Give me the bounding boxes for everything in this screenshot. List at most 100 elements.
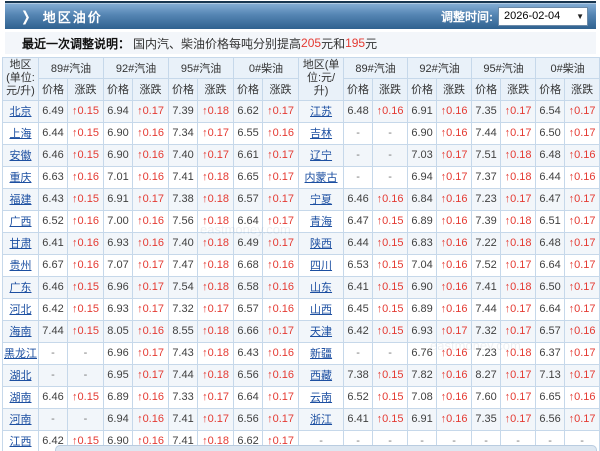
change-cell: ↑0.15: [66, 385, 105, 409]
region-link[interactable]: 江西: [10, 436, 32, 448]
price-cell: 7.32: [168, 297, 199, 321]
change-cell: ↑0.15: [66, 187, 105, 211]
region-link[interactable]: 吉林: [310, 128, 332, 140]
region-link[interactable]: 甘肃: [10, 238, 32, 250]
change-cell: ↑0.18: [500, 231, 537, 255]
price-cell: 6.47: [535, 187, 566, 211]
change-cell: ↑0.17: [500, 407, 537, 431]
price-cell: 6.94: [103, 99, 134, 123]
change-cell: ↑0.17: [262, 209, 300, 233]
region-link[interactable]: 山东: [310, 282, 332, 294]
change-cell: ↑0.17: [262, 187, 300, 211]
change-cell: ↑0.15: [66, 319, 105, 343]
region-link[interactable]: 浙江: [310, 414, 332, 426]
price-cell: 7.37: [471, 165, 502, 189]
price-subheader: 价格: [103, 78, 134, 101]
region-link[interactable]: 西藏: [310, 370, 332, 382]
price-cell: 7.47: [168, 253, 199, 277]
change-cell: ↑0.16: [132, 385, 170, 409]
change-subheader: 涨跌: [66, 78, 105, 101]
region-cell: 新疆: [298, 341, 345, 365]
change-cell: ↑0.17: [500, 385, 537, 409]
region-link[interactable]: 湖北: [10, 370, 32, 382]
change-cell: ↑0.17: [262, 231, 300, 255]
price-cell: -: [38, 363, 68, 387]
region-cell: 西藏: [298, 363, 345, 387]
region-cell: 广西: [2, 209, 39, 233]
price-cell: 6.56: [233, 407, 264, 431]
change-cell: ↑0.16: [132, 143, 170, 167]
region-link[interactable]: 陕西: [310, 238, 332, 250]
change-cell: ↑0.17: [132, 99, 170, 123]
change-cell: ↑0.17: [500, 99, 537, 123]
change-cell: ↑0.17: [197, 407, 235, 431]
region-link[interactable]: 黑龙江: [4, 348, 37, 360]
region-link[interactable]: 新疆: [310, 348, 332, 360]
region-link[interactable]: 广东: [10, 282, 32, 294]
price-cell: 6.47: [343, 209, 374, 233]
price-cell: 6.41: [38, 231, 68, 255]
change-cell: ↑0.15: [372, 319, 409, 343]
price-cell: -: [343, 143, 374, 167]
adjust-time-control: 调整时间: 2026-02-04 ▼: [441, 6, 588, 26]
change-cell: ↑0.16: [132, 407, 170, 431]
region-link[interactable]: 湖南: [10, 392, 32, 404]
region-link[interactable]: 四川: [310, 260, 332, 272]
region-cell: 浙江: [298, 407, 345, 431]
change-subheader: 涨跌: [436, 78, 473, 101]
region-link[interactable]: 上海: [10, 128, 32, 140]
change-cell: ↑0.16: [436, 99, 473, 123]
date-select[interactable]: 2026-02-04 ▼: [498, 6, 588, 26]
region-link[interactable]: 重庆: [10, 172, 32, 184]
price-cell: 6.89: [407, 297, 438, 321]
price-cell: -: [343, 121, 374, 145]
region-link[interactable]: 海南: [10, 326, 32, 338]
region-link[interactable]: 北京: [10, 106, 32, 118]
change-cell: ↑0.15: [66, 99, 105, 123]
price-cell: 6.66: [233, 319, 264, 343]
region-cell: 湖北: [2, 363, 39, 387]
region-link[interactable]: 辽宁: [310, 150, 332, 162]
table-row: 福建 6.43 ↑0.15 6.91 ↑0.17 7.38 ↑0.18 6.57 ↑0.17 宁夏…: [2, 187, 600, 211]
change-cell: ↑0.16: [262, 363, 300, 387]
region-link[interactable]: 青海: [310, 216, 332, 228]
price-cell: 6.54: [535, 99, 566, 123]
region-cell: 江苏: [298, 99, 345, 123]
change-cell: ↑0.15: [66, 121, 105, 145]
change-subheader: 涨跌: [500, 78, 537, 101]
region-link[interactable]: 天津: [310, 326, 332, 338]
price-cell: 6.48: [535, 231, 566, 255]
region-link[interactable]: 宁夏: [310, 194, 332, 206]
price-cell: 8.55: [168, 319, 199, 343]
region-link[interactable]: 福建: [10, 194, 32, 206]
change-cell: ↑0.16: [372, 187, 409, 211]
change-cell: ↑0.16: [564, 319, 600, 343]
region-link[interactable]: 安徽: [10, 150, 32, 162]
col-header-92-gasoline: 92#汽油: [103, 56, 170, 80]
change-cell: ↑0.18: [500, 341, 537, 365]
price-cell: 6.41: [343, 275, 374, 299]
change-cell: ↑0.17: [262, 319, 300, 343]
price-subheader: 价格: [233, 78, 264, 101]
region-link[interactable]: 广西: [10, 216, 32, 228]
change-cell: ↑0.17: [262, 99, 300, 123]
price-cell: 6.44: [343, 231, 374, 255]
region-link[interactable]: 河北: [10, 304, 32, 316]
price-cell: 6.45: [343, 297, 374, 321]
price-cell: 6.63: [38, 165, 68, 189]
price-cell: 6.90: [103, 143, 134, 167]
change-cell: ↑0.16: [262, 121, 300, 145]
change-cell: ↑0.16: [564, 143, 600, 167]
price-subheader: 价格: [38, 78, 68, 101]
price-cell: 6.65: [535, 385, 566, 409]
region-link[interactable]: 贵州: [10, 260, 32, 272]
change-cell: ↑0.16: [132, 165, 170, 189]
price-cell: 6.46: [38, 143, 68, 167]
price-cell: 7.44: [38, 319, 68, 343]
region-link[interactable]: 云南: [310, 392, 332, 404]
region-link[interactable]: 山西: [310, 304, 332, 316]
region-link[interactable]: 内蒙古: [305, 172, 338, 184]
price-cell: 6.65: [233, 165, 264, 189]
region-link[interactable]: 河南: [10, 414, 32, 426]
region-link[interactable]: 江苏: [310, 106, 332, 118]
